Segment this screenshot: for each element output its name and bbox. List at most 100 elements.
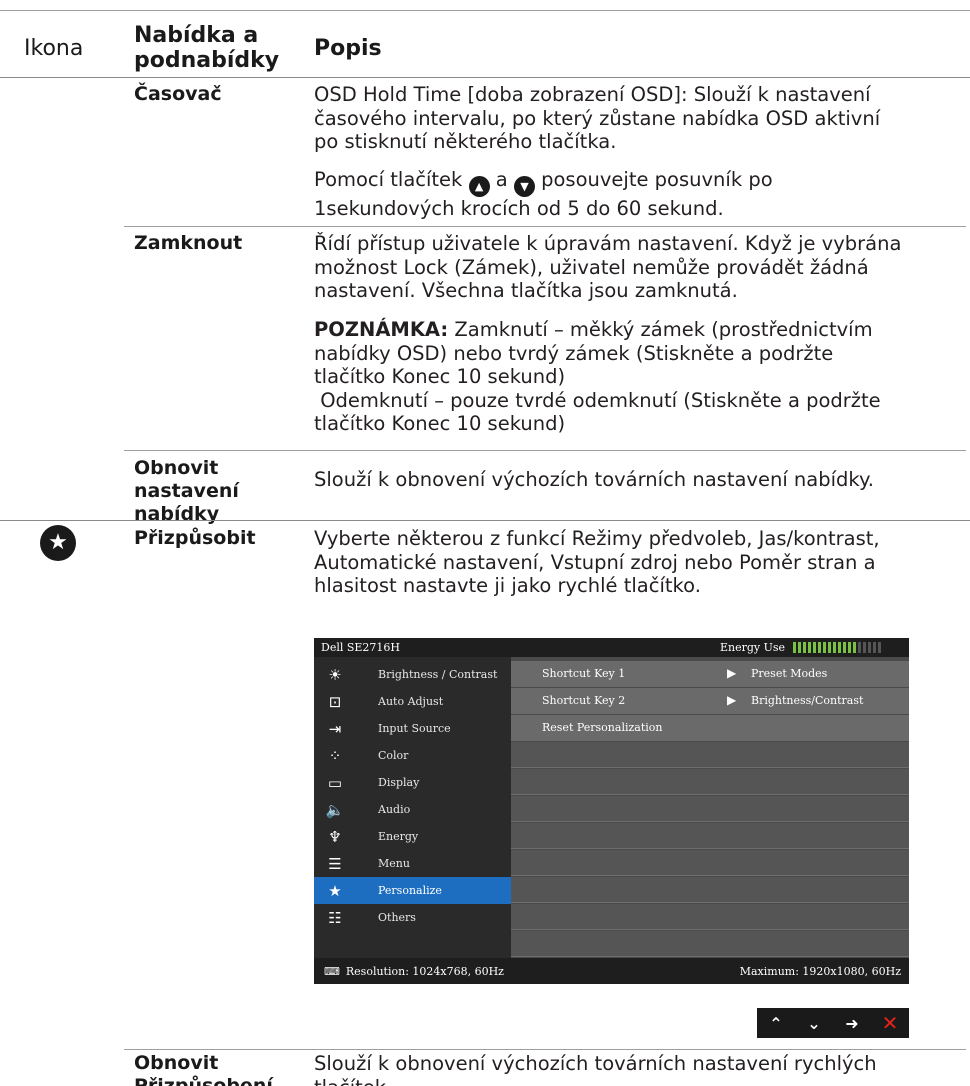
text-line: Vyberte některou z funkcí Režimy předvol… — [314, 527, 880, 550]
brightness-icon: ☀ — [328, 665, 342, 684]
exit-icon[interactable]: ✕ — [871, 1011, 909, 1035]
text-line: možnost Lock (Zámek), uživatel nemůže pr… — [314, 255, 869, 279]
osd-maximum: Maximum: 1920x1080, 60Hz — [739, 965, 901, 978]
display-icon: ▭ — [327, 773, 343, 792]
energy-segment — [868, 642, 871, 653]
energy-segment — [873, 642, 876, 653]
row-label-casovac: Časovač — [134, 83, 222, 105]
header-desc-col: Popis — [314, 36, 382, 61]
energy-segment — [843, 642, 846, 653]
osd-menu-item-label: Input Source — [378, 722, 451, 735]
energy-segment — [878, 642, 881, 653]
header-icon-col: Ikona — [24, 36, 84, 61]
top-rule — [0, 10, 970, 11]
osd-resolution: ⌨ Resolution: 1024x768, 60Hz — [324, 965, 504, 978]
text-line: Odemknutí – pouze tvrdé odemknutí (Stisk… — [314, 388, 881, 412]
header-menu-col-line2: podnabídky — [134, 48, 280, 73]
star-icon: ★ — [40, 525, 76, 561]
osd-empty-row — [511, 769, 909, 795]
up-icon[interactable]: ⌃ — [757, 1014, 795, 1033]
text-line: tlačítek. — [314, 1076, 964, 1086]
osd-menu-item-label: Others — [378, 911, 416, 924]
note-label: POZNÁMKA: — [314, 318, 449, 341]
enter-icon[interactable]: ➜ — [833, 1014, 871, 1033]
osd-menu-item-label: Color — [378, 749, 409, 762]
osd-menu-item[interactable]: ☷ Others — [314, 904, 511, 931]
text-line: Slouží k obnovení výchozích továrních na… — [314, 1052, 877, 1075]
row-note-zamknout: POZNÁMKA: Zamknutí – měkký zámek (prostř… — [314, 318, 964, 436]
section-rule — [0, 520, 970, 521]
row-label-obnovit-menu: Obnovit nastavení nabídky — [134, 457, 239, 526]
header-menu-col-line1: Nabídka a — [134, 23, 259, 48]
osd-menu-item[interactable]: ☰ Menu — [314, 850, 511, 877]
osd-menu-item-label: Energy — [378, 830, 419, 843]
energy-meter — [793, 642, 881, 653]
text-line: časového intervalu, po který zůstane nab… — [314, 106, 881, 130]
row-desc-zamknout: Řídí přístup uživatele k úpravám nastave… — [314, 232, 964, 303]
row-desc-obnovit-prizpusobeni: Slouží k obnovení výchozích továrních na… — [314, 1052, 964, 1086]
text-line: nastavení. Všechna tlačítka jsou zamknut… — [314, 279, 738, 302]
osd-setting-row[interactable]: Shortcut Key 2 ▶ Brightness/Contrast — [511, 688, 909, 714]
osd-menu-item[interactable]: ⊡ Auto Adjust — [314, 688, 511, 715]
osd-menu-item-label: Menu — [378, 857, 410, 870]
energy-segment — [828, 642, 831, 653]
text-line: Automatické nastavení, Vstupní zdroj neb… — [314, 550, 876, 574]
text-line: POZNÁMKA: Zamknutí – měkký zámek (prostř… — [314, 318, 964, 342]
label-line: nabídky — [134, 503, 220, 525]
text-line: hlasitost nastavte ji jako rychlé tlačít… — [314, 574, 701, 597]
text-line: 1sekundových krocích od 5 do 60 sekund. — [314, 197, 724, 220]
osd-menu-item-label: Audio — [378, 803, 411, 816]
osd-menu-item[interactable]: ☀ Brightness / Contrast — [314, 661, 511, 688]
text-line: Řídí přístup uživatele k úpravám nastave… — [314, 232, 902, 255]
osd-nav-buttons: ⌃ ⌄ ➜ ✕ — [757, 1008, 909, 1038]
osd-main-menu: ☀ Brightness / Contrast ⊡ Auto Adjust ⇥ Input… — [314, 657, 511, 958]
others-icon: ☷ — [328, 908, 342, 927]
osd-resolution-text: Resolution: 1024x768, 60Hz — [345, 965, 504, 978]
osd-menu-item[interactable]: ♆ Energy — [314, 823, 511, 850]
osd-menu-item[interactable]: ★ Personalize — [314, 877, 511, 904]
arrow-right-icon: ▶ — [727, 693, 737, 707]
osd-menu-item[interactable]: ⇥ Input Source — [314, 715, 511, 742]
text-fragment: posouvejte posuvník po — [541, 168, 773, 191]
osd-setting-row[interactable]: Shortcut Key 1 ▶ Preset Modes — [511, 661, 909, 687]
color-icon: ⁘ — [328, 746, 342, 765]
text-line: Pomocí tlačítek ▲ a ▼ posouvejte posuvní… — [314, 168, 964, 197]
osd-empty-row — [511, 877, 909, 903]
energy-segment — [813, 642, 816, 653]
energy-segment — [863, 642, 866, 653]
text-line: tlačítko Konec 10 sekund) — [314, 365, 566, 388]
osd-setting-row[interactable]: Reset Personalization — [511, 715, 909, 741]
label-line: nastavení — [134, 480, 239, 502]
label-line: Obnovit — [134, 457, 219, 479]
display-port-icon: ⌨ — [324, 965, 340, 978]
text-fragment: Pomocí tlačítek — [314, 168, 463, 191]
osd-empty-row — [511, 823, 909, 849]
header-rule — [0, 77, 970, 78]
down-icon[interactable]: ⌄ — [795, 1014, 833, 1033]
energy-icon: ♆ — [328, 827, 342, 846]
osd-energy-label: Energy Use — [720, 641, 786, 654]
text-line: tlačítko Konec 10 sekund) — [314, 412, 566, 435]
osd-menu-item[interactable]: ⁘ Color — [314, 742, 511, 769]
menu-icon: ☰ — [328, 854, 342, 873]
energy-segment — [848, 642, 851, 653]
input-source-icon: ⇥ — [328, 719, 342, 738]
arrow-right-icon: ▶ — [727, 666, 737, 680]
text-line: OSD Hold Time [doba zobrazení OSD]: Slou… — [314, 83, 871, 106]
osd-menu-item[interactable]: 🔈 Audio — [314, 796, 511, 823]
energy-segment — [818, 642, 821, 653]
down-button-icon: ▼ — [513, 176, 535, 197]
osd-empty-row — [511, 904, 909, 930]
osd-menu-item[interactable]: ▭ Display — [314, 769, 511, 796]
osd-setting-key: Shortcut Key 2 — [542, 694, 626, 707]
text-line: nabídky OSD) nebo tvrdý zámek (Stiskněte… — [314, 341, 834, 365]
personalize-icon: ★ — [328, 881, 342, 900]
osd-model-title: Dell SE2716H — [321, 641, 401, 654]
energy-segment — [853, 642, 856, 653]
osd-empty-row — [511, 850, 909, 876]
osd-setting-value: Brightness/Contrast — [751, 694, 864, 707]
osd-title-bar: Dell SE2716H Energy Use — [314, 638, 909, 657]
osd-menu-screenshot: Dell SE2716H Energy Use ☀ Brightness / Co… — [314, 638, 909, 984]
energy-segment — [793, 642, 796, 653]
energy-segment — [823, 642, 826, 653]
